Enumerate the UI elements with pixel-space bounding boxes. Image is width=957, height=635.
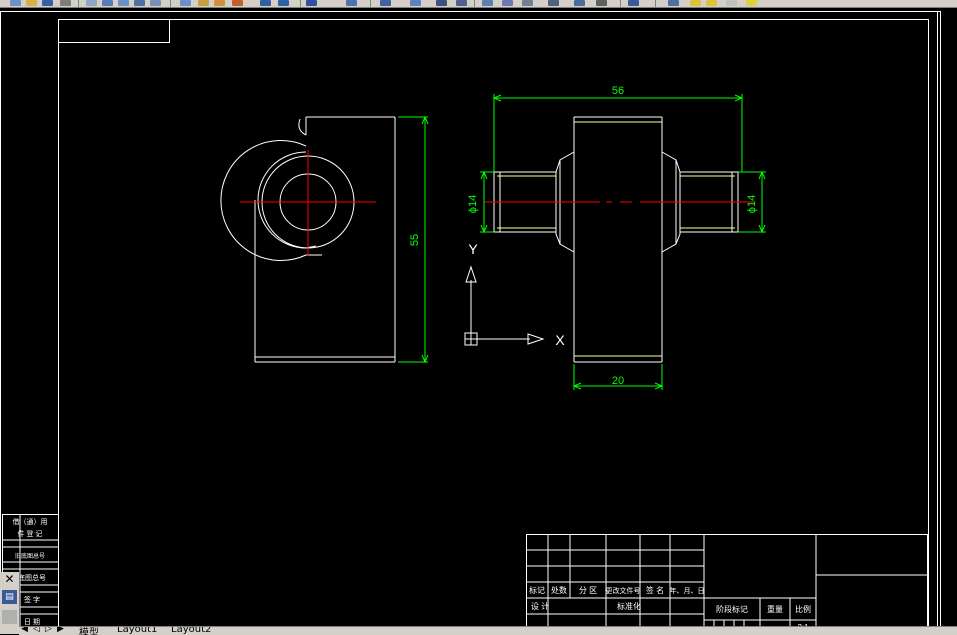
stage-mark-label: 阶段标记	[716, 604, 748, 614]
toolbar-separator	[170, 0, 171, 7]
title-block-grid	[526, 534, 928, 634]
left-strip-cell: 旧底图总号	[15, 552, 45, 560]
left-strip-cell: 签 字	[24, 595, 40, 604]
cut-icon[interactable]	[150, 0, 161, 6]
left-strip-cell: 借（通）用	[13, 517, 48, 526]
block-editor-icon[interactable]	[232, 0, 243, 6]
first-tab-icon[interactable]: ◀	[21, 627, 28, 634]
sheet-set-icon[interactable]	[502, 0, 513, 6]
last-tab-icon[interactable]: ▶	[57, 627, 64, 634]
left-strip-cell: 日 期	[24, 618, 40, 626]
toolbar-separator	[370, 0, 371, 7]
toolbar-separator	[655, 0, 656, 7]
match-properties-icon[interactable]	[214, 0, 225, 6]
quick-calc-icon[interactable]	[548, 0, 559, 6]
rev-header: 年、月、日	[670, 586, 705, 595]
side-tool-palette: ✕ ▤	[0, 572, 20, 634]
dimension-dia-left-text: ϕ14	[467, 195, 479, 213]
dimension-dia-right-text: ϕ14	[746, 195, 758, 213]
publish-icon[interactable]	[118, 0, 129, 6]
plot-icon[interactable]	[102, 0, 113, 6]
outer-spiral	[220, 140, 322, 261]
open-file-icon[interactable]	[26, 0, 37, 6]
corner-label-box	[58, 19, 170, 43]
toolbar-separator	[78, 0, 79, 7]
toolbar-separator	[474, 0, 475, 7]
rev-header: 标记	[529, 585, 545, 595]
save-icon[interactable]	[42, 0, 53, 6]
next-tab-icon[interactable]: ▷	[45, 627, 52, 634]
ucs-x-label: X	[555, 332, 565, 348]
rev-header: 签 名	[646, 585, 664, 595]
dimension-20-text: 20	[612, 375, 624, 387]
markup-icon[interactable]	[522, 0, 533, 6]
rev-header: 更改文件号	[606, 586, 641, 595]
print-icon[interactable]	[60, 0, 71, 6]
middle-spiral	[257, 151, 317, 249]
ucs-y-label: Y	[468, 241, 478, 257]
paste-icon[interactable]	[198, 0, 209, 6]
properties-icon[interactable]	[436, 0, 447, 6]
design-label: 设 计	[531, 601, 549, 611]
copy-icon[interactable]	[180, 0, 191, 6]
properties-panel-icon[interactable]: ▤	[2, 590, 17, 604]
dimension-56-text: 56	[612, 85, 624, 97]
layer-color-icon[interactable]	[746, 0, 757, 6]
layer-state-icon[interactable]	[668, 0, 679, 6]
rev-header: 处数	[551, 585, 567, 595]
left-strip-cell: 件 登 记	[18, 529, 43, 538]
prev-tab-icon[interactable]: ◁	[33, 627, 40, 634]
standardization-label: 标准化	[617, 601, 641, 611]
dimension-55-text: 55	[409, 234, 421, 246]
zoom-realtime-icon[interactable]	[346, 0, 357, 6]
rev-header: 分 区	[579, 586, 597, 595]
layer-manager-icon[interactable]	[628, 0, 639, 6]
left-strip-cell: 底图总号	[18, 573, 46, 582]
tool-palettes-icon[interactable]	[482, 0, 493, 6]
left-view-centerlines	[240, 150, 376, 256]
right-view-rims	[497, 121, 735, 357]
zoom-window-icon[interactable]	[380, 0, 391, 6]
right-view	[493, 116, 739, 363]
standard-toolbar	[0, 0, 957, 8]
toolbar-separator	[620, 0, 621, 7]
drawing-canvas[interactable]: 55 56 ϕ14 ϕ14 20 Y X 借（通）用 件 登 记 旧底图总号 底…	[0, 8, 957, 634]
print-preview-icon[interactable]	[86, 0, 97, 6]
close-icon[interactable]: ✕	[2, 572, 17, 586]
toolbar-separator	[300, 0, 301, 7]
new-file-icon[interactable]	[10, 0, 21, 6]
zoom-previous-icon[interactable]	[410, 0, 421, 6]
dimension-56	[492, 94, 744, 172]
design-center-icon[interactable]	[456, 0, 467, 6]
help-icon[interactable]	[574, 0, 585, 6]
pan-icon[interactable]	[306, 0, 317, 6]
layer-lock-icon[interactable]	[726, 0, 737, 6]
palette-tool-icon[interactable]	[2, 610, 17, 624]
ucs-icon	[464, 265, 545, 346]
weight-label: 重量	[767, 604, 783, 614]
layer-on-icon[interactable]	[690, 0, 701, 6]
calculator-icon[interactable]	[596, 0, 607, 6]
redo-icon[interactable]	[278, 0, 289, 6]
scale-label: 比例	[795, 604, 811, 614]
layer-freeze-icon[interactable]	[706, 0, 717, 6]
spell-check-icon[interactable]	[134, 0, 145, 6]
undo-icon[interactable]	[260, 0, 271, 6]
